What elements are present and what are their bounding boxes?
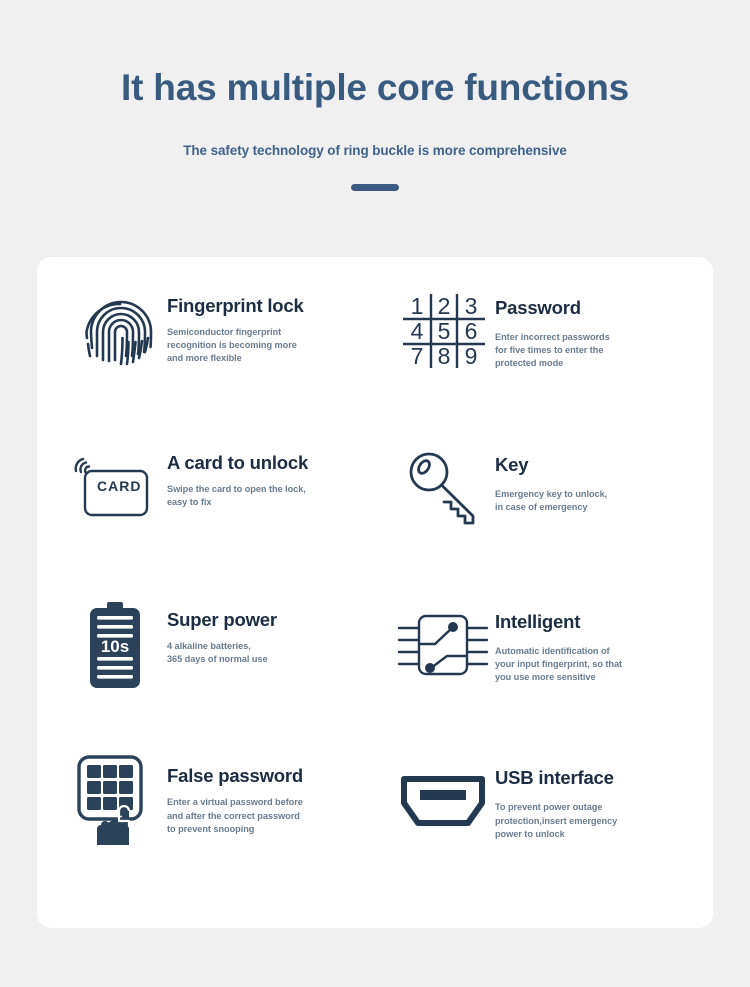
page-header: It has multiple core functions The safet… [0, 0, 750, 191]
fingerprint-icon [69, 283, 161, 379]
feature-title: Password [495, 297, 581, 318]
feature-description: Automatic identification of your input f… [495, 645, 623, 682]
features-card: Fingerprint lock Semiconductor fingerpri… [37, 257, 713, 928]
feature-title: Key [495, 453, 529, 475]
key-3: 3 [465, 293, 478, 319]
feature-super-power[interactable]: 10s Super power 4 alkaline batteries, 36… [47, 597, 375, 754]
page-subtitle: The safety technology of ring buckle is … [183, 142, 567, 158]
feature-intelligent[interactable]: Intelligent Automatic identification of … [375, 597, 703, 754]
usb-connector-icon [397, 753, 489, 849]
feature-title: Intelligent [495, 610, 581, 632]
feature-text: Fingerprint lock Semiconductor fingerpri… [161, 283, 304, 365]
page-root: It has multiple core functions The safet… [0, 0, 750, 987]
feature-text: USB interface To prevent power outage pr… [489, 753, 617, 840]
nfc-card-icon: CARD [69, 440, 161, 536]
features-grid: Fingerprint lock Semiconductor fingerpri… [37, 257, 713, 928]
feature-description: Enter a virtual password before and afte… [167, 797, 303, 834]
feature-description: Emergency key to unlock, in case of emer… [495, 488, 608, 512]
feature-text: Intelligent Automatic identification of … [489, 597, 622, 684]
key-7: 7 [411, 343, 424, 369]
key-6: 6 [465, 318, 478, 344]
page-title: It has multiple core functions [121, 67, 629, 108]
key-2: 2 [438, 293, 451, 319]
feature-password[interactable]: 1 2 3 4 5 6 7 8 9 Password Enter incorre… [375, 283, 703, 440]
feature-description: Swipe the card to open the lock, easy to… [167, 483, 306, 507]
feature-key[interactable]: Key Emergency key to unlock, in case of … [375, 440, 703, 597]
key-8: 8 [438, 343, 451, 369]
key-5: 5 [438, 318, 451, 344]
feature-text: Password Enter incorrect passwords for f… [489, 283, 610, 370]
keypad-numbers-icon: 1 2 3 4 5 6 7 8 9 [397, 283, 489, 379]
feature-title: False password [167, 765, 304, 787]
keypad-hand-icon [69, 753, 161, 849]
feature-description: To prevent power outage protection,inser… [495, 802, 618, 839]
feature-false-password[interactable]: False password Enter a virtual password … [47, 753, 375, 910]
battery-icon: 10s [69, 597, 161, 693]
key-icon [397, 440, 489, 536]
key-9: 9 [465, 343, 478, 369]
key-1: 1 [411, 293, 424, 319]
battery-label: 10s [101, 637, 129, 656]
feature-fingerprint-lock[interactable]: Fingerprint lock Semiconductor fingerpri… [47, 283, 375, 440]
feature-text: Super power 4 alkaline batteries, 365 da… [161, 597, 277, 666]
title-divider [351, 183, 399, 191]
feature-title: Fingerprint lock [167, 295, 304, 316]
key-4: 4 [411, 318, 424, 344]
feature-usb-interface[interactable]: USB interface To prevent power outage pr… [375, 753, 703, 910]
feature-description: Semiconductor fingerprint recognition is… [167, 327, 297, 364]
feature-title: Super power [167, 608, 277, 630]
feature-text: A card to unlock Swipe the card to open … [161, 440, 308, 509]
feature-card-unlock[interactable]: CARD A card to unlock Swipe the card to … [47, 440, 375, 597]
card-label: CARD [97, 478, 141, 494]
feature-description: Enter incorrect passwords for five times… [495, 332, 610, 369]
feature-text: Key Emergency key to unlock, in case of … [489, 440, 607, 514]
feature-title: A card to unlock [167, 451, 309, 473]
feature-text: False password Enter a virtual password … [161, 753, 303, 835]
feature-title: USB interface [495, 767, 614, 789]
chip-icon [397, 597, 489, 693]
feature-description: 4 alkaline batteries, 365 days of normal… [167, 640, 268, 664]
